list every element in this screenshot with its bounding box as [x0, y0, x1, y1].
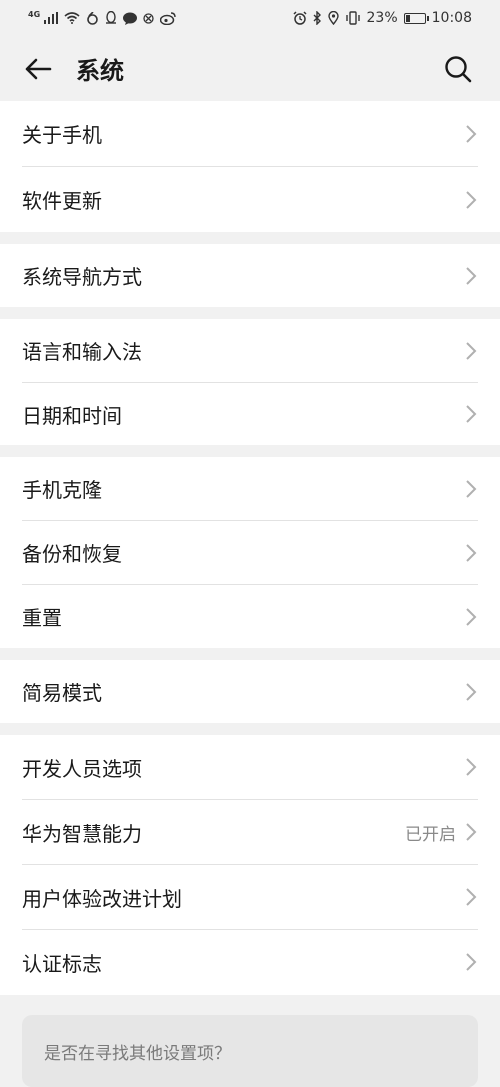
status-bar-left: 4G — [28, 9, 176, 25]
chevron-right-icon — [466, 888, 477, 906]
chevron-right-icon — [466, 405, 477, 423]
list-item-label: 简易模式 — [22, 681, 102, 705]
status-bar: 4G 23% 10:08 — [0, 0, 500, 36]
settings-group-2: 系统导航方式 — [0, 244, 500, 307]
list-item-reset[interactable]: 重置 — [22, 585, 478, 648]
list-item-user-experience[interactable]: 用户体验改进计划 — [22, 865, 478, 929]
clock: 10:08 — [431, 10, 472, 26]
bluetooth-icon — [313, 11, 322, 25]
app-icon — [86, 11, 99, 25]
app-bar: 系统 — [0, 36, 500, 101]
list-item-navigation-mode[interactable]: 系统导航方式 — [22, 244, 478, 307]
list-item-software-update[interactable]: 软件更新 — [22, 167, 478, 232]
battery-fill — [405, 14, 410, 22]
chevron-right-icon — [466, 479, 477, 498]
list-item-label: 系统导航方式 — [22, 265, 142, 289]
chevron-right-icon — [466, 682, 477, 701]
chevron-right-icon — [466, 124, 477, 143]
list-item-label: 认证标志 — [22, 951, 102, 976]
list-item-label: 备份和恢复 — [22, 542, 122, 566]
suggestion-text: 是否在寻找其他设置项？ — [44, 1043, 231, 1064]
list-item-label: 日期和时间 — [22, 403, 122, 428]
chevron-right-icon — [466, 823, 477, 841]
back-arrow-icon — [25, 58, 52, 79]
network-type: 4G — [28, 9, 41, 19]
list-item-about-phone[interactable]: 关于手机 — [22, 101, 478, 166]
chevron-right-icon — [466, 953, 477, 971]
list-item-certification[interactable]: 认证标志 — [22, 930, 478, 994]
list-item-label: 语言和输入法 — [22, 340, 142, 364]
search-button[interactable] — [438, 49, 478, 89]
battery-percent: 23% — [366, 10, 398, 26]
chevron-right-icon — [466, 607, 477, 626]
status-value: 已开启 — [405, 824, 456, 845]
settings-group-3: 语言和输入法 日期和时间 — [0, 319, 500, 445]
list-item-label: 华为智慧能力 — [22, 821, 142, 846]
battery-icon — [403, 12, 429, 24]
wifi-icon — [64, 12, 80, 24]
status-bar-right: 23% 10:08 — [292, 10, 472, 26]
vibrate-icon — [345, 11, 361, 25]
list-item-backup-restore[interactable]: 备份和恢复 — [22, 521, 478, 584]
list-item-label: 软件更新 — [22, 189, 102, 213]
list-item-label: 开发人员选项 — [22, 756, 142, 781]
settings-group-6: 开发人员选项 华为智慧能力 已开启 用户体验改进计划 认证标志 — [0, 735, 500, 995]
settings-group-1: 关于手机 软件更新 — [0, 101, 500, 232]
chevron-right-icon — [466, 758, 477, 776]
settings-group-4: 手机克隆 备份和恢复 重置 — [0, 457, 500, 648]
blocked-icon — [143, 12, 154, 24]
alarm-icon — [292, 11, 307, 25]
list-item-simple-mode[interactable]: 简易模式 — [22, 660, 478, 723]
qq-icon — [105, 11, 117, 25]
list-item-developer-options[interactable]: 开发人员选项 — [22, 735, 478, 799]
list-item-label: 关于手机 — [22, 123, 102, 147]
settings-group-5: 简易模式 — [0, 660, 500, 723]
list-item-label: 手机克隆 — [22, 478, 102, 502]
chevron-right-icon — [466, 190, 477, 209]
chevron-right-icon — [466, 543, 477, 562]
list-item-label: 用户体验改进计划 — [22, 886, 182, 911]
weibo-icon — [160, 11, 176, 25]
chevron-right-icon — [466, 341, 477, 360]
list-item-language-input[interactable]: 语言和输入法 — [22, 319, 478, 382]
back-button[interactable] — [18, 49, 58, 89]
signal-icon — [44, 12, 59, 24]
message-icon — [123, 12, 138, 25]
other-settings-suggestion[interactable]: 是否在寻找其他设置项？ — [22, 1015, 478, 1087]
list-item-date-time[interactable]: 日期和时间 — [22, 383, 478, 445]
search-icon — [445, 55, 472, 82]
list-item-label: 重置 — [22, 606, 62, 630]
list-item-phone-clone[interactable]: 手机克隆 — [22, 457, 478, 520]
list-item-huawei-ai[interactable]: 华为智慧能力 已开启 — [22, 800, 478, 864]
chevron-right-icon — [466, 266, 477, 285]
page-title: 系统 — [76, 57, 124, 85]
location-icon — [327, 11, 339, 25]
